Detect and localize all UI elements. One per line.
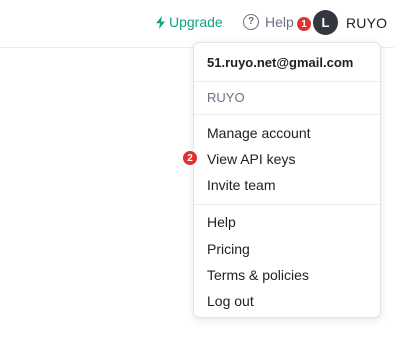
step-badge-2: 2: [182, 150, 198, 166]
view-api-keys-item[interactable]: View API keys: [207, 151, 295, 167]
upgrade-label: Upgrade: [169, 14, 223, 30]
top-bar: Upgrade ? Help L RUYO: [0, 0, 394, 48]
avatar: L: [313, 10, 338, 35]
lightning-bolt-icon: [156, 15, 165, 29]
terms-policies-item[interactable]: Terms & policies: [207, 267, 309, 283]
menu-divider: [194, 81, 380, 82]
step-badge-1: 1: [296, 16, 312, 32]
account-email: 51.ruyo.net@gmail.com: [207, 55, 354, 70]
menu-divider: [194, 204, 380, 205]
username-label: RUYO: [346, 14, 388, 31]
help-label: Help: [265, 14, 294, 30]
help-item[interactable]: Help: [207, 214, 236, 230]
account-dropdown-menu: 51.ruyo.net@gmail.com RUYO Manage accoun…: [193, 42, 381, 318]
manage-account-item[interactable]: Manage account: [207, 125, 311, 141]
log-out-item[interactable]: Log out: [207, 293, 254, 309]
user-menu-button[interactable]: L RUYO: [313, 10, 387, 35]
question-circle-icon: ?: [243, 14, 259, 30]
menu-divider: [194, 114, 380, 115]
organization-name: RUYO: [207, 90, 245, 105]
upgrade-link[interactable]: Upgrade: [156, 14, 223, 30]
invite-team-item[interactable]: Invite team: [207, 177, 275, 193]
pricing-item[interactable]: Pricing: [207, 241, 250, 257]
help-button[interactable]: ? Help: [243, 14, 294, 30]
